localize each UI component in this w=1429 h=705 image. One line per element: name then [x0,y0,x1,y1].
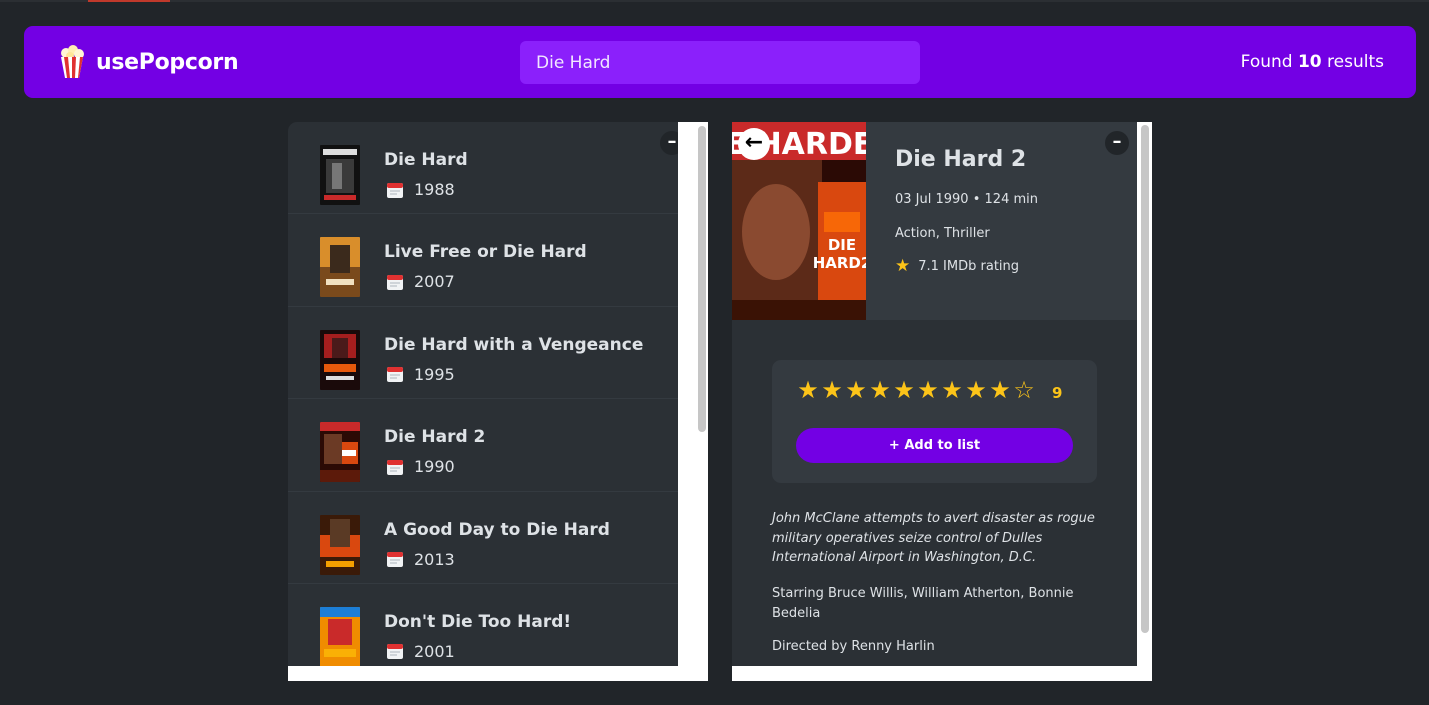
movie-year-row: 2013 [386,550,455,569]
plot: John McClane attempts to avert disaster … [772,511,1095,565]
movie-title: A Good Day to Die Hard [384,519,610,540]
movie-item[interactable]: Live Free or Die Hard 2007 [288,214,678,307]
poster-live-free-or-die-hard [320,237,360,298]
star-icon-filled[interactable]: ★ [796,378,820,402]
active-tab-indicator [88,0,170,2]
results-suffix: results [1327,52,1384,72]
list-scrollbar[interactable] [678,122,708,681]
app-name: usePopcorn [96,49,239,75]
poster-a-good-day-to-die-hard [320,514,360,575]
calendar-icon [387,367,403,383]
star-rating[interactable]: ★ ★ ★ ★ ★ ★ ★ ★ ★ ☆ [796,378,1036,402]
detail-header: DIE HARDER. DIE HARD2 ← Die Hard 2 03 Ju… [732,122,1137,320]
user-rating-value: 9 [1052,384,1063,402]
star-icon-filled[interactable]: ★ [820,378,844,402]
movie-year: 2007 [414,272,455,292]
movie-year-row: 1995 [386,365,455,384]
star-icon-empty[interactable]: ☆ [1012,378,1036,402]
movie-year-row: 1988 [386,180,455,199]
star-icon-filled[interactable]: ★ [892,378,916,402]
movie-item[interactable]: Die Hard with a Vengeance 1995 [288,307,678,400]
detail-genre: Action, Thriller [895,226,990,241]
window-top-strip [0,0,1429,2]
movie-title: Live Free or Die Hard [384,242,587,263]
collapse-detail-button[interactable]: – [1105,131,1129,155]
movie-year-row: 2007 [386,272,455,291]
movie-year: 2001 [414,641,455,661]
navbar: usePopcorn Found 10 results [24,26,1416,98]
movie-list-box: Die Hard 1988 Live Free or Die Hard 2007 [288,122,708,681]
movie-year: 1990 [414,457,455,477]
back-button[interactable]: ← [738,128,770,160]
release-date: 03 Jul 1990 [895,192,969,207]
movie-detail-box: DIE HARDER. DIE HARD2 ← Die Hard 2 03 Ju… [732,122,1152,681]
detail-scrollbar[interactable] [1137,122,1152,681]
poster-die-hard-with-a-vengeance [320,329,360,390]
calendar-icon [387,459,403,475]
movie-title: Die Hard [384,150,468,170]
imdb-rating: ★ 7.1 IMDb rating [895,258,1019,275]
add-to-list-button[interactable]: + Add to list [796,428,1073,463]
star-icon-filled[interactable]: ★ [916,378,940,402]
movie-title: Don't Die Too Hard! [384,611,572,632]
movie-title: Die Hard 2 [384,427,486,448]
detail-horizontal-scrollbar [732,666,1152,681]
svg-text:HARD2: HARD2 [813,254,866,272]
star-icon-filled[interactable]: ★ [940,378,964,402]
director: Directed by Renny Harlin [772,639,935,654]
logo: usePopcorn [58,44,239,80]
movie-title: Die Hard with a Vengeance [384,334,644,355]
results-prefix: Found [1240,52,1293,72]
poster-die-hard-2 [320,422,360,483]
movie-list[interactable]: Die Hard 1988 Live Free or Die Hard 2007 [288,122,678,666]
movie-item[interactable]: Die Hard 1988 [288,122,678,215]
list-scrollbar-thumb[interactable] [698,126,706,432]
detail-scrollbar-thumb[interactable] [1141,125,1149,633]
svg-text:DIE: DIE [828,236,856,254]
rating-box: ★ ★ ★ ★ ★ ★ ★ ★ ★ ☆ 9 + Add to list [772,360,1097,483]
starring: Starring Bruce Willis, William Atherton,… [772,586,1074,621]
calendar-icon [387,274,403,290]
movie-year: 2013 [414,549,455,569]
star-icon-filled[interactable]: ★ [964,378,988,402]
movie-year: 1995 [414,364,455,384]
movie-year-row: 1990 [386,457,455,476]
calendar-icon [387,552,403,568]
calendar-icon [387,644,403,660]
results-count: Found 10 results [1241,52,1384,72]
list-horizontal-scrollbar [288,666,708,681]
search-input[interactable] [520,41,920,84]
results-number: 10 [1297,52,1322,72]
star-icon-filled[interactable]: ★ [844,378,868,402]
meta-separator: • [972,192,981,207]
movie-item[interactable]: Die Hard 2 1990 [288,399,678,492]
poster-die-hard [320,145,360,205]
runtime: 124 min [984,192,1038,207]
movie-item[interactable]: A Good Day to Die Hard 2013 [288,492,678,584]
popcorn-icon [61,45,84,78]
imdb-rating-label: 7.1 IMDb rating [918,259,1020,274]
movie-year: 1988 [414,180,455,199]
movie-item[interactable]: Don't Die Too Hard! 2001 [288,584,678,666]
movie-year-row: 2001 [386,642,455,661]
calendar-icon [387,182,403,198]
poster-dont-die-too-hard [320,606,360,666]
detail-title: Die Hard 2 [895,147,1027,172]
star-icon-filled[interactable]: ★ [868,378,892,402]
detail-meta: 03 Jul 1990 • 124 min [895,192,1038,207]
star-icon: ★ [895,256,911,276]
star-icon-filled[interactable]: ★ [988,378,1012,402]
